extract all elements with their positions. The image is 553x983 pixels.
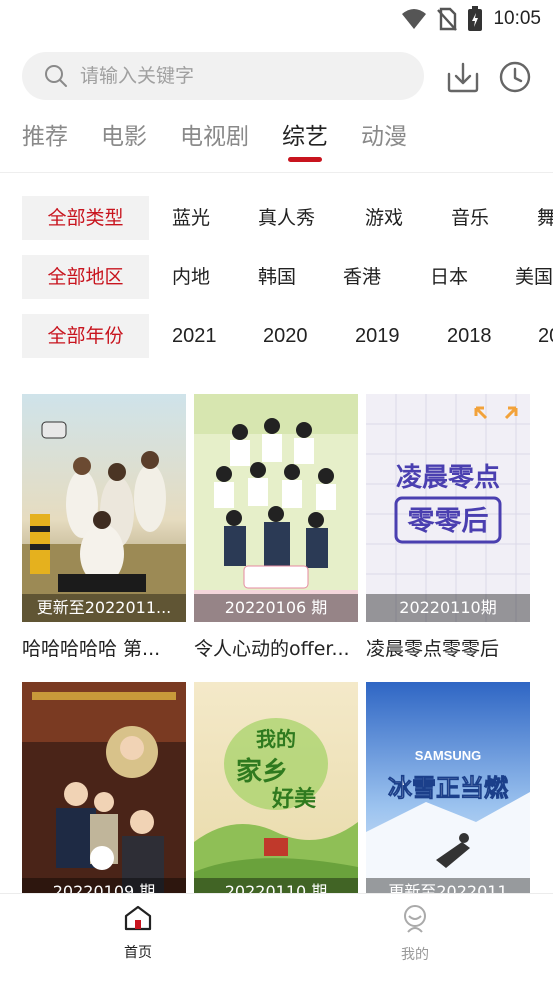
- divider: [0, 172, 553, 173]
- nav-home[interactable]: 首页: [98, 904, 178, 962]
- tab-label: 电影: [101, 124, 147, 150]
- filter-option[interactable]: 音乐: [451, 196, 489, 240]
- category-tabs: 推荐 电影 电视剧 综艺 动漫: [22, 118, 440, 168]
- filter-option[interactable]: 舞: [537, 196, 553, 240]
- tab-variety[interactable]: 综艺: [282, 118, 328, 168]
- show-poster[interactable]: 20220109 期: [22, 682, 186, 893]
- poster-title: 冰雪正当燃: [388, 774, 509, 802]
- show-card[interactable]: 凌晨零点 零零后 20220110期 凌晨零点零零后: [366, 394, 530, 666]
- show-poster[interactable]: 我的 家乡 好美 20220110 期: [194, 682, 358, 893]
- filter-option[interactable]: 20: [538, 314, 553, 358]
- filter-option[interactable]: 蓝光: [172, 196, 210, 240]
- show-card[interactable]: 我的 家乡 好美 20220110 期: [194, 682, 358, 893]
- filter-option[interactable]: 2019: [355, 314, 400, 358]
- search-box[interactable]: [22, 52, 424, 100]
- show-title: 令人心动的offer...: [194, 638, 350, 660]
- filter-option[interactable]: 内地: [172, 255, 210, 299]
- tab-movie[interactable]: 电影: [101, 118, 147, 168]
- search-row: [22, 52, 532, 100]
- episode-caption: 20220110 期: [194, 878, 358, 893]
- poster-title-line2: 家乡: [236, 756, 288, 787]
- tab-anime[interactable]: 动漫: [361, 118, 407, 168]
- tab-label: 动漫: [361, 124, 407, 150]
- filter-row-year: 全部年份 2021 2020 2019 2018 20: [22, 314, 553, 359]
- filter-option[interactable]: 真人秀: [258, 196, 315, 240]
- battery-icon: [468, 6, 483, 31]
- wifi-icon: [402, 9, 427, 29]
- show-card[interactable]: SAMSUNG 冰雪正当燃 更新至2022011: [366, 682, 530, 893]
- poster-title-line1: 凌晨零点: [396, 462, 500, 493]
- status-time: 10:05: [493, 8, 541, 29]
- filter-option[interactable]: 2020: [263, 314, 308, 358]
- bottom-nav: 首页 我的: [0, 893, 553, 983]
- filter-option[interactable]: 日本: [430, 255, 468, 299]
- search-input[interactable]: [80, 52, 410, 100]
- filter-option[interactable]: 游戏: [365, 196, 403, 240]
- poster-title-line3: 好美: [271, 786, 317, 812]
- active-tab-indicator: [288, 157, 322, 162]
- show-title: 凌晨零点零零后: [366, 638, 500, 660]
- nav-home-label: 首页: [124, 945, 152, 961]
- no-sim-icon: [437, 7, 458, 31]
- show-poster[interactable]: 更新至2022011...: [22, 394, 186, 622]
- status-bar: 10:05: [0, 0, 553, 38]
- filter-option[interactable]: 2018: [447, 314, 492, 358]
- tab-tv-series[interactable]: 电视剧: [180, 118, 249, 168]
- show-card[interactable]: 更新至2022011... 哈哈哈哈哈 第...: [22, 394, 186, 666]
- filter-option[interactable]: 美国: [515, 255, 553, 299]
- show-poster[interactable]: SAMSUNG 冰雪正当燃 更新至2022011: [366, 682, 530, 893]
- filter-region-all[interactable]: 全部地区: [22, 255, 149, 299]
- home-icon: [124, 905, 152, 931]
- show-poster[interactable]: 20220106 期: [194, 394, 358, 622]
- episode-caption: 20220110期: [366, 594, 530, 622]
- show-poster[interactable]: 凌晨零点 零零后 20220110期: [366, 394, 530, 622]
- episode-caption: 更新至2022011: [366, 878, 530, 893]
- show-card[interactable]: 20220109 期: [22, 682, 186, 893]
- download-icon[interactable]: [446, 60, 480, 94]
- poster-title-line2: 零零后: [407, 506, 489, 537]
- tab-label: 推荐: [22, 124, 68, 150]
- filter-year-all[interactable]: 全部年份: [22, 314, 149, 358]
- nav-mine[interactable]: 我的: [375, 904, 455, 964]
- filter-option[interactable]: 香港: [343, 255, 381, 299]
- show-card[interactable]: 20220106 期 令人心动的offer...: [194, 394, 358, 666]
- poster-brand: SAMSUNG: [415, 748, 481, 763]
- episode-caption: 更新至2022011...: [22, 594, 186, 622]
- tab-recommend[interactable]: 推荐: [22, 118, 68, 168]
- poster-title-line1: 我的: [256, 727, 296, 751]
- search-icon: [45, 65, 67, 87]
- history-icon[interactable]: [498, 60, 532, 94]
- show-title: 哈哈哈哈哈 第...: [22, 638, 161, 660]
- filter-row-region: 全部地区 内地 韩国 香港 日本 美国: [22, 255, 553, 300]
- tab-label: 综艺: [282, 124, 328, 150]
- filter-row-genre: 全部类型 蓝光 真人秀 游戏 音乐 舞: [22, 196, 553, 241]
- filter-genre-all[interactable]: 全部类型: [22, 196, 149, 240]
- nav-mine-label: 我的: [401, 947, 429, 963]
- tab-label: 电视剧: [180, 124, 249, 150]
- episode-caption: 20220109 期: [22, 878, 186, 893]
- user-icon: [404, 905, 426, 933]
- filter-option[interactable]: 韩国: [258, 255, 296, 299]
- filter-option[interactable]: 2021: [172, 314, 217, 358]
- episode-caption: 20220106 期: [194, 594, 358, 622]
